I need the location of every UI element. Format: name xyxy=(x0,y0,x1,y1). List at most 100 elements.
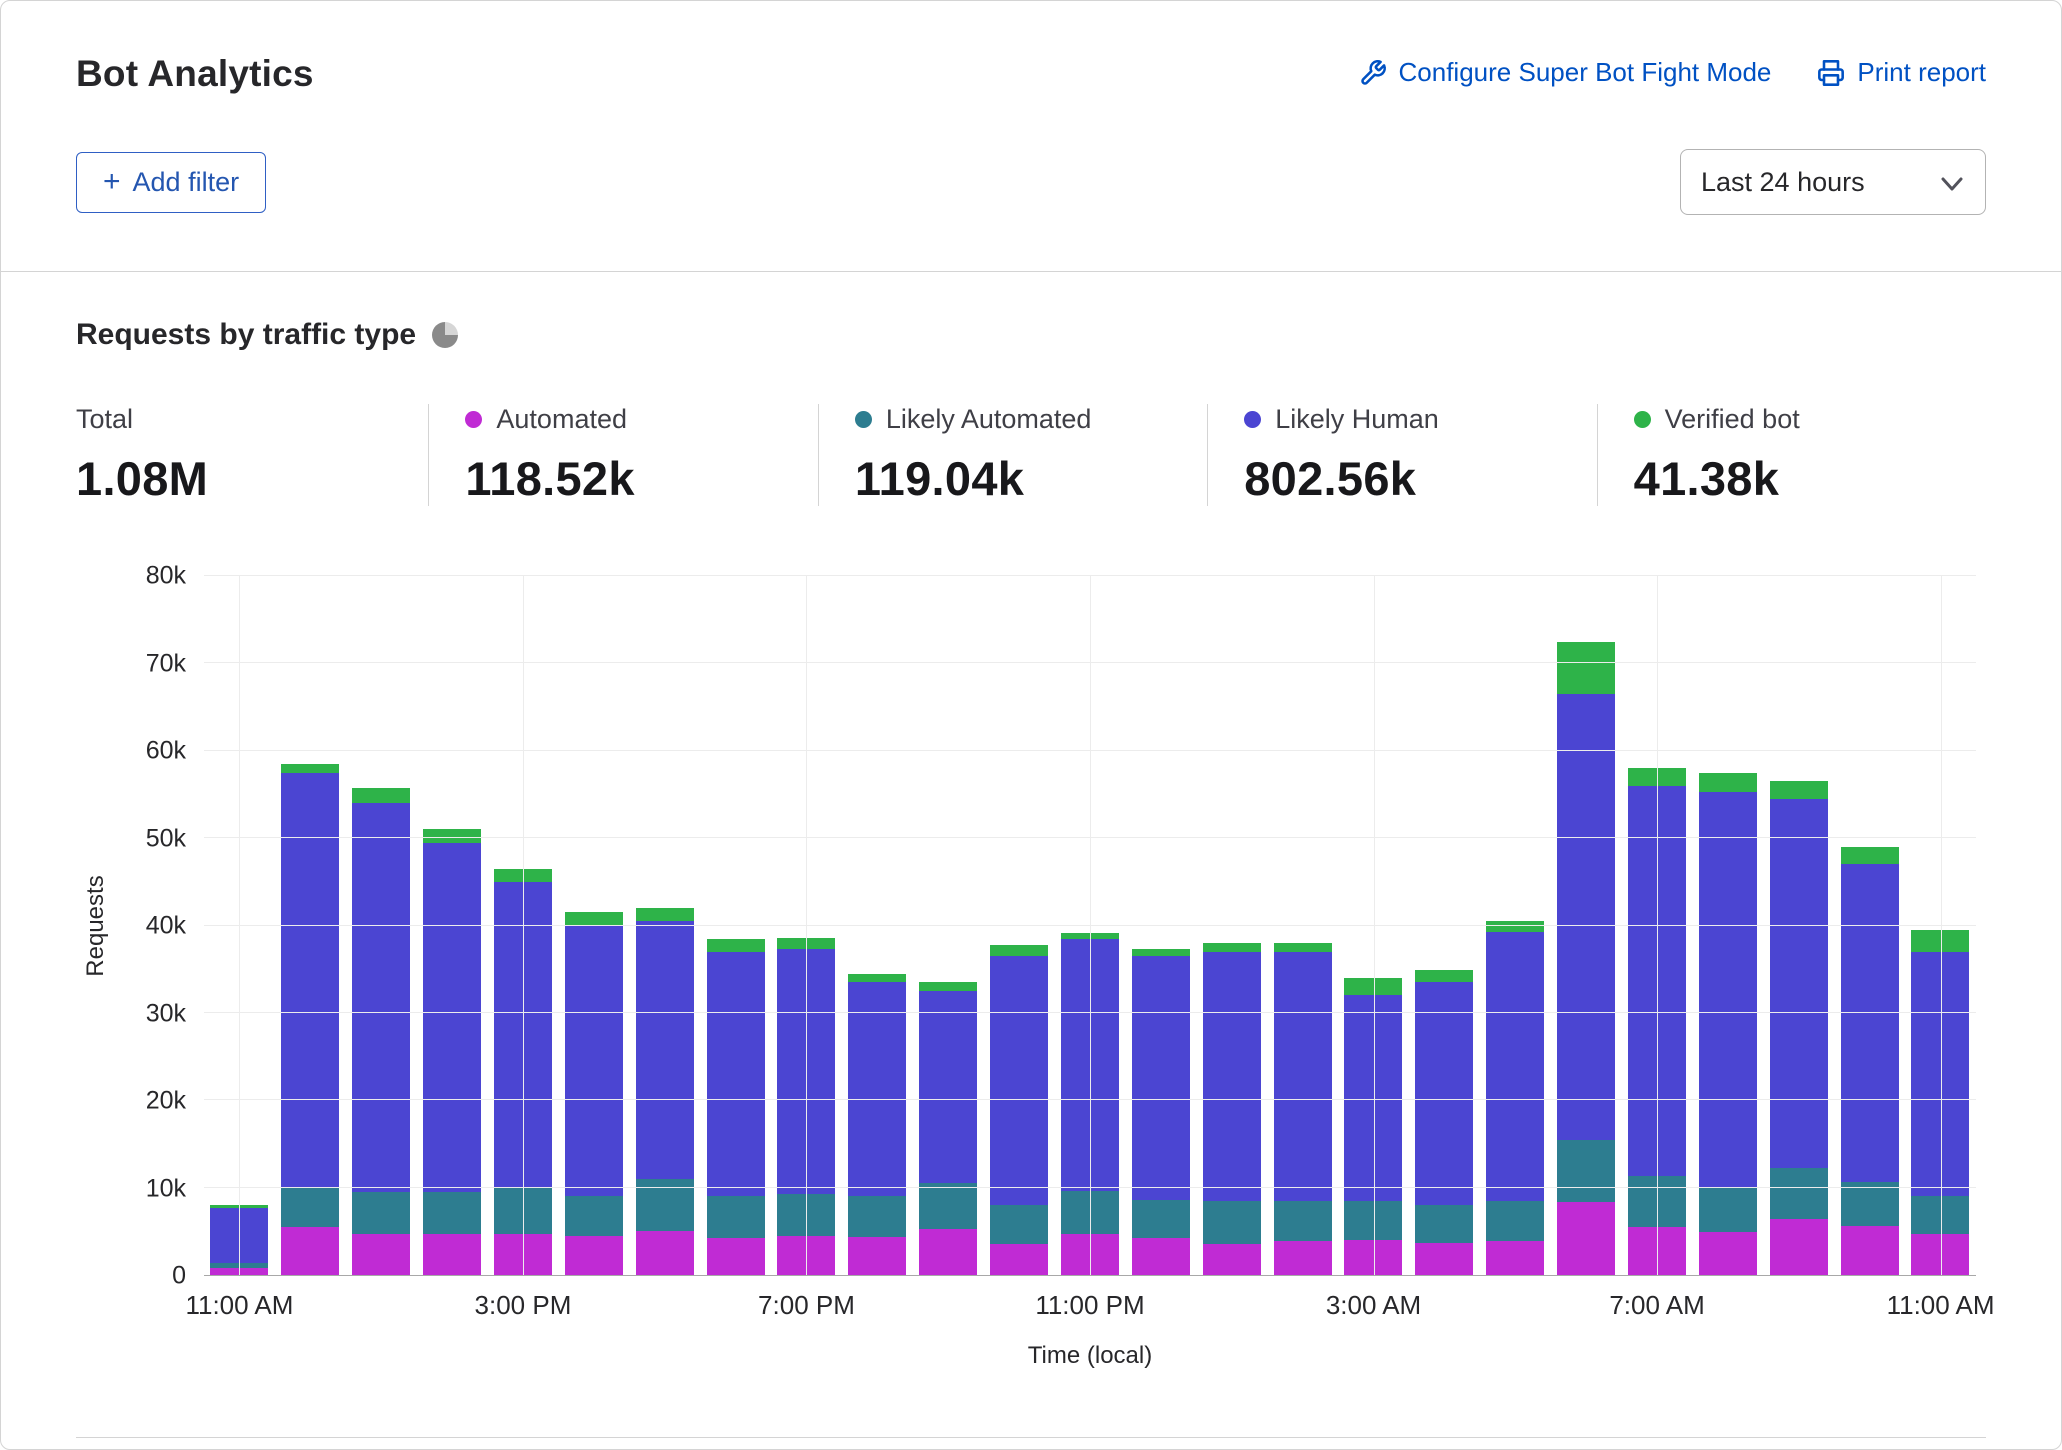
bar-segment-likely-automated xyxy=(707,1196,765,1238)
bar-segment-verified-bot xyxy=(707,939,765,952)
stat-value: 1.08M xyxy=(76,451,408,506)
bar-segment-likely-automated xyxy=(1415,1205,1473,1243)
bar-segment-likely-human xyxy=(1203,952,1261,1201)
bar-8-00-am-21[interactable] xyxy=(1692,576,1763,1275)
bar-segment-verified-bot xyxy=(352,788,410,803)
bar-1-00-pm-2[interactable] xyxy=(346,576,417,1275)
configure-super-bot-fight-mode-link[interactable]: Configure Super Bot Fight Mode xyxy=(1359,57,1772,88)
bar-12-00-pm-1[interactable] xyxy=(275,576,346,1275)
printer-icon xyxy=(1817,59,1845,87)
stat-label: Likely Automated xyxy=(855,404,1187,435)
bar-segment-likely-human xyxy=(1132,956,1190,1200)
stacked-bar xyxy=(1486,576,1544,1275)
stat-label-text: Automated xyxy=(496,404,627,435)
bar-segment-likely-human xyxy=(423,843,481,1193)
y-tick-label: 70k xyxy=(146,649,186,678)
add-filter-button[interactable]: + Add filter xyxy=(76,152,266,213)
configure-link-label: Configure Super Bot Fight Mode xyxy=(1399,57,1772,88)
bar-segment-verified-bot xyxy=(919,982,977,991)
pie-chart-icon xyxy=(432,322,458,348)
bar-segment-likely-automated xyxy=(1274,1201,1332,1241)
bar-segment-likely-human xyxy=(281,773,339,1188)
print-report-link[interactable]: Print report xyxy=(1817,57,1986,88)
bar-5-00-am-18[interactable] xyxy=(1480,576,1551,1275)
bar-2-00-pm-3[interactable] xyxy=(417,576,488,1275)
bar-segment-likely-human xyxy=(707,952,765,1197)
stacked-bar xyxy=(423,576,481,1275)
time-range-select[interactable]: Last 24 hours xyxy=(1680,149,1986,215)
header-section: Bot Analytics Configure Super Bot Fight … xyxy=(1,1,2061,272)
bar-segment-likely-human xyxy=(636,921,694,1179)
bar-segment-verified-bot xyxy=(281,764,339,773)
bar-segment-verified-bot xyxy=(1203,943,1261,952)
bar-10-00-am-23[interactable] xyxy=(1834,576,1905,1275)
bar-segment-verified-bot xyxy=(1132,949,1190,956)
plot-area xyxy=(204,576,1976,1276)
bar-segment-verified-bot xyxy=(636,908,694,921)
y-tick-label: 0 xyxy=(172,1262,186,1291)
bar-segment-automated xyxy=(919,1229,977,1275)
bar-2-00-am-15[interactable] xyxy=(1267,576,1338,1275)
stat-label: Automated xyxy=(465,404,797,435)
bar-8-00-pm-9[interactable] xyxy=(842,576,913,1275)
bar-segment-likely-automated xyxy=(919,1183,977,1228)
bar-segment-verified-bot xyxy=(848,974,906,983)
stat-label-text: Likely Automated xyxy=(886,404,1092,435)
page-title: Bot Analytics xyxy=(76,53,314,95)
y-tick-label: 30k xyxy=(146,999,186,1028)
section-title-row: Requests by traffic type xyxy=(76,318,1986,352)
v-gridline xyxy=(1374,576,1375,1275)
stat-value: 118.52k xyxy=(465,451,797,506)
stat-label-text: Likely Human xyxy=(1275,404,1439,435)
bar-segment-automated xyxy=(990,1244,1048,1275)
stat-label-text: Total xyxy=(76,404,133,435)
stat-label-text: Verified bot xyxy=(1665,404,1800,435)
bar-10-00-pm-11[interactable] xyxy=(984,576,1055,1275)
bar-4-00-pm-5[interactable] xyxy=(558,576,629,1275)
stacked-bar xyxy=(565,576,623,1275)
bar-5-00-pm-6[interactable] xyxy=(629,576,700,1275)
bar-segment-automated xyxy=(1274,1241,1332,1275)
v-gridline xyxy=(1657,576,1658,1275)
stacked-bar xyxy=(352,576,410,1275)
stat-likely-automated[interactable]: Likely Automated 119.04k xyxy=(818,404,1207,506)
stat-label: Verified bot xyxy=(1634,404,1966,435)
bar-6-00-pm-7[interactable] xyxy=(700,576,771,1275)
requests-stacked-bar-chart: Requests 010k20k30k40k50k60k70k80k 11:00… xyxy=(204,576,1976,1276)
bar-segment-automated xyxy=(1699,1232,1757,1275)
stacked-bar xyxy=(1557,576,1615,1275)
v-gridline xyxy=(239,576,240,1275)
bar-segment-likely-human xyxy=(1486,932,1544,1201)
bar-segment-automated xyxy=(636,1231,694,1275)
bar-segment-likely-automated xyxy=(1203,1201,1261,1244)
stat-verified-bot[interactable]: Verified bot 41.38k xyxy=(1597,404,1986,506)
bar-segment-likely-automated xyxy=(1132,1200,1190,1238)
stats-row: Total 1.08M Automated 118.52k Likely Aut… xyxy=(76,404,1986,506)
footer-divider xyxy=(76,1437,1986,1449)
wrench-icon xyxy=(1359,59,1387,87)
bar-segment-automated xyxy=(707,1238,765,1275)
stat-value: 41.38k xyxy=(1634,451,1966,506)
bar-segment-likely-automated xyxy=(352,1192,410,1234)
bar-segment-automated xyxy=(1486,1241,1544,1275)
bar-9-00-am-22[interactable] xyxy=(1763,576,1834,1275)
bar-1-00-am-14[interactable] xyxy=(1196,576,1267,1275)
stat-automated[interactable]: Automated 118.52k xyxy=(428,404,817,506)
bar-9-00-pm-10[interactable] xyxy=(913,576,984,1275)
bar-segment-likely-human xyxy=(1699,792,1757,1188)
y-tick-label: 20k xyxy=(146,1087,186,1116)
bar-12-00-am-13[interactable] xyxy=(1125,576,1196,1275)
bar-segment-automated xyxy=(565,1236,623,1275)
y-tick-label: 60k xyxy=(146,737,186,766)
bar-segment-verified-bot xyxy=(1699,773,1757,792)
y-tick-label: 40k xyxy=(146,912,186,941)
legend-dot-likely-automated xyxy=(855,411,872,428)
bar-6-00-am-19[interactable] xyxy=(1551,576,1622,1275)
stat-likely-human[interactable]: Likely Human 802.56k xyxy=(1207,404,1596,506)
x-tick-label: 3:00 PM xyxy=(475,1290,572,1321)
bar-4-00-am-17[interactable] xyxy=(1409,576,1480,1275)
bar-segment-likely-human xyxy=(352,803,410,1192)
bar-segment-likely-human xyxy=(919,991,977,1183)
bar-segment-likely-automated xyxy=(990,1205,1048,1243)
bar-segment-likely-human xyxy=(990,956,1048,1205)
